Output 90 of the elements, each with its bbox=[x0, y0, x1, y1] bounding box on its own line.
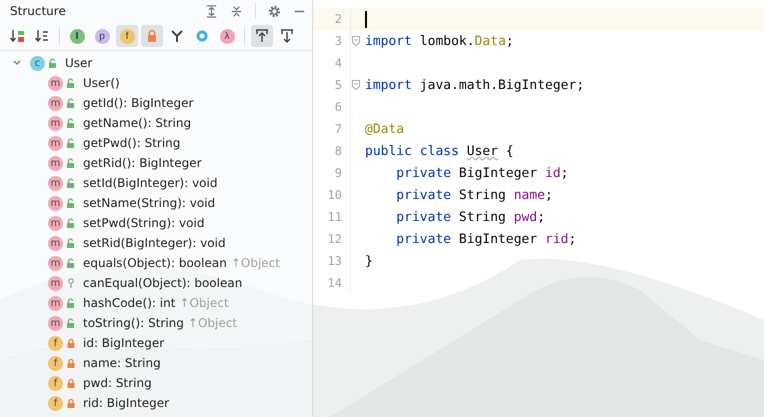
method-icon: m bbox=[48, 196, 63, 210]
open-lock-icon bbox=[66, 298, 76, 308]
tree-item[interactable]: toString(): String bbox=[83, 316, 184, 330]
tree-item[interactable]: canEqual(Object): boolean bbox=[83, 276, 242, 290]
open-lock-icon bbox=[66, 118, 76, 128]
fork-icon bbox=[169, 28, 185, 44]
line-number: 8 bbox=[313, 140, 351, 162]
tree-item[interactable]: hashCode(): int bbox=[83, 296, 176, 310]
open-lock-icon bbox=[66, 178, 76, 188]
tree-item[interactable]: getName(): String bbox=[83, 116, 192, 130]
method-icon: m bbox=[48, 236, 63, 250]
code-line: import java.math.BigInteger; bbox=[365, 78, 584, 92]
open-lock-icon bbox=[48, 58, 58, 68]
method-icon: m bbox=[48, 256, 63, 270]
open-lock-icon bbox=[66, 158, 76, 168]
method-icon: m bbox=[48, 176, 63, 190]
tree-item[interactable]: equals(Object): boolean bbox=[83, 256, 227, 270]
tree-item[interactable]: getRid(): BigInteger bbox=[83, 156, 202, 170]
tree-item[interactable]: name: String bbox=[83, 356, 161, 370]
tree-item[interactable]: getPwd(): String bbox=[83, 136, 180, 150]
ring-icon bbox=[194, 28, 210, 44]
inherited-from-label: ↑Object bbox=[230, 256, 280, 270]
code-line: private String pwd; bbox=[395, 210, 546, 224]
key-icon bbox=[66, 278, 76, 288]
line-number: 10 bbox=[313, 184, 351, 206]
code-line: @Data bbox=[365, 122, 404, 136]
method-icon: m bbox=[48, 76, 63, 90]
open-lock-icon bbox=[66, 138, 76, 148]
tree-item[interactable]: getId(): BigInteger bbox=[83, 96, 194, 110]
line-number: 6 bbox=[313, 96, 351, 118]
lock-icon bbox=[66, 378, 76, 388]
tree-item[interactable]: setPwd(String): void bbox=[83, 216, 204, 230]
inherited-from-label: ↑Object bbox=[188, 316, 238, 330]
tree-item[interactable]: id: BigInteger bbox=[83, 336, 164, 350]
scroll-from-toggle[interactable] bbox=[251, 25, 273, 47]
method-icon: m bbox=[48, 116, 63, 130]
line-number: 11 bbox=[313, 206, 351, 228]
line-number: 14 bbox=[313, 272, 351, 294]
settings-icon[interactable] bbox=[268, 4, 281, 18]
inherited-toggle[interactable]: I bbox=[66, 25, 88, 47]
open-lock-icon bbox=[66, 78, 76, 88]
sort-alphabetically-icon bbox=[34, 28, 50, 44]
inherited-from-label: ↑Object bbox=[179, 296, 229, 310]
code-line: } bbox=[365, 254, 373, 268]
text-cursor bbox=[365, 10, 367, 28]
method-icon: m bbox=[48, 136, 63, 150]
arrow-down-icon bbox=[279, 28, 295, 44]
tree-item[interactable]: rid: BigInteger bbox=[83, 396, 170, 410]
open-lock-icon bbox=[66, 318, 76, 328]
open-lock-icon bbox=[66, 98, 76, 108]
line-number: 4 bbox=[313, 52, 351, 74]
properties-toggle[interactable]: p bbox=[91, 25, 113, 47]
collapse-all-icon[interactable] bbox=[230, 4, 243, 18]
open-lock-icon bbox=[66, 198, 76, 208]
open-lock-icon bbox=[66, 218, 76, 228]
method-icon: m bbox=[48, 156, 63, 170]
method-icon: m bbox=[48, 276, 63, 290]
tree-item[interactable]: pwd: String bbox=[83, 376, 152, 390]
expand-all-icon[interactable] bbox=[205, 4, 218, 18]
panel-title: Structure bbox=[10, 4, 67, 18]
arrow-up-icon bbox=[254, 28, 270, 44]
tree-item[interactable]: User() bbox=[83, 76, 120, 90]
tree-item[interactable]: User bbox=[65, 56, 92, 70]
line-number: 7 bbox=[313, 118, 351, 140]
lock-icon bbox=[66, 338, 76, 348]
open-lock-icon bbox=[66, 238, 76, 248]
fields-toggle[interactable]: f bbox=[116, 25, 138, 47]
line-number: 5 bbox=[313, 74, 351, 96]
line-number: 2 bbox=[313, 8, 351, 30]
line-number: 9 bbox=[313, 162, 351, 184]
tree-item[interactable]: setId(BigInteger): void bbox=[83, 176, 218, 190]
line-number: 13 bbox=[313, 250, 351, 272]
method-icon: m bbox=[48, 216, 63, 230]
tree-item[interactable]: setRid(BigInteger): void bbox=[83, 236, 226, 250]
code-line: private String name; bbox=[395, 188, 553, 202]
line-number: 3 bbox=[313, 30, 351, 52]
line-number: 12 bbox=[313, 228, 351, 250]
lambdas-toggle[interactable]: λ bbox=[216, 25, 238, 47]
code-line: import lombok.Data; bbox=[365, 34, 514, 48]
code-line: private BigInteger id; bbox=[395, 166, 568, 180]
non-public-toggle[interactable] bbox=[141, 25, 163, 47]
code-line: public class User { bbox=[365, 144, 514, 158]
method-icon: m bbox=[48, 96, 63, 110]
lock-icon bbox=[66, 358, 76, 368]
lock-icon bbox=[66, 398, 76, 408]
sort-by-visibility-icon bbox=[9, 28, 25, 44]
open-lock-icon bbox=[66, 258, 76, 268]
tree-item[interactable]: setName(String): void bbox=[83, 196, 216, 210]
class-icon: c bbox=[30, 56, 45, 70]
code-line: private BigInteger rid; bbox=[395, 232, 576, 246]
